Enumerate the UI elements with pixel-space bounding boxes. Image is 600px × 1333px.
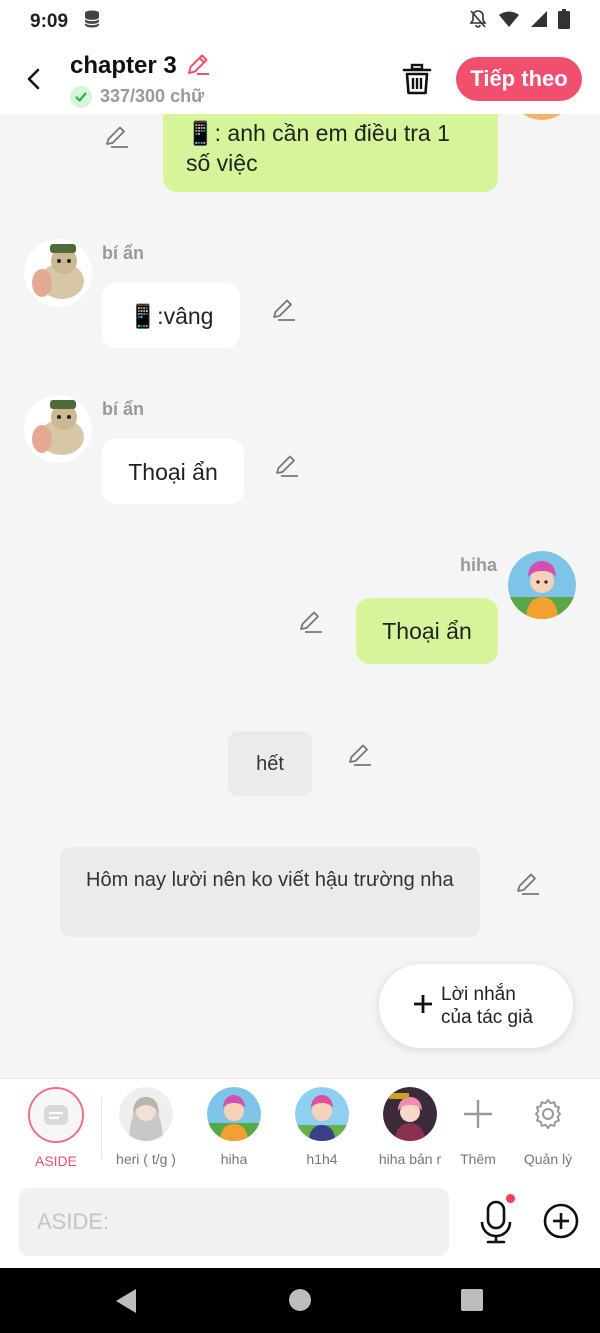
avatar xyxy=(207,1087,261,1141)
character-item[interactable]: heri ( t/g ) xyxy=(102,1087,190,1167)
avatar[interactable] xyxy=(508,551,576,619)
edit-message-icon[interactable] xyxy=(514,869,542,897)
signal-icon xyxy=(530,10,548,34)
character-item[interactable]: h1h4 xyxy=(278,1087,366,1167)
plus-circle-icon xyxy=(543,1203,579,1239)
narration-bubble[interactable]: Hôm nay lười nên ko viết hậu trường nha xyxy=(60,847,480,937)
sender-name: bí ẩn xyxy=(102,399,145,419)
sender-name: bí ẩn xyxy=(102,243,145,263)
character-name: heri ( t/g ) xyxy=(116,1151,176,1167)
character-name: h1h4 xyxy=(306,1151,338,1167)
wifi-icon xyxy=(498,9,520,35)
manage-button[interactable]: Quản lý xyxy=(504,1087,592,1167)
character-item[interactable]: hiha xyxy=(190,1087,278,1167)
aside-icon xyxy=(28,1087,84,1143)
avatar[interactable] xyxy=(24,239,92,307)
message-input[interactable] xyxy=(19,1188,449,1256)
mute-bell-icon xyxy=(468,9,488,35)
circle-home-icon xyxy=(289,1289,311,1311)
message-bubble[interactable]: 📱: anh cần em điều tra 1 số việc xyxy=(163,114,498,192)
message-text: 📱: anh cần em điều tra 1 số việc xyxy=(186,120,450,176)
character-name: hiha xyxy=(220,1151,248,1167)
message-bubble[interactable]: 📱:vâng xyxy=(102,283,240,348)
delete-button[interactable] xyxy=(394,58,440,100)
message-bubble[interactable]: Thoại ẩn xyxy=(356,598,498,664)
database-icon xyxy=(82,9,102,35)
message-text: 📱:vâng xyxy=(128,302,214,329)
sender-name: hiha xyxy=(460,555,498,575)
character-name: Quản lý xyxy=(523,1151,573,1167)
microphone-icon xyxy=(480,1200,512,1244)
plus-icon xyxy=(413,994,433,1019)
chapter-title[interactable]: chapter 3 xyxy=(70,52,177,80)
edit-message-icon[interactable] xyxy=(270,295,298,323)
gear-icon xyxy=(521,1087,575,1141)
edit-message-icon[interactable] xyxy=(103,122,131,150)
nav-home-button[interactable] xyxy=(288,1288,312,1317)
message-bubble[interactable]: Thoại ẩn xyxy=(102,439,244,504)
nav-back-button[interactable] xyxy=(114,1288,138,1319)
author-note-button[interactable]: Lời nhắn của tác giả xyxy=(379,964,573,1048)
input-row xyxy=(0,1178,600,1268)
character-bar: ASIDE heri ( t/g ) hiha h1h4 hiha bản r … xyxy=(0,1078,600,1178)
message-text: Thoại ẩn xyxy=(382,618,472,644)
avatar[interactable] xyxy=(24,395,92,463)
chat-area[interactable]: 📱: anh cần em điều tra 1 số việc bí ẩn 📱… xyxy=(0,114,600,1078)
avatar xyxy=(383,1087,437,1141)
nav-recents-button[interactable] xyxy=(460,1288,484,1317)
next-button[interactable]: Tiếp theo xyxy=(456,57,582,101)
status-time: 9:09 xyxy=(30,11,69,32)
edit-message-icon[interactable] xyxy=(346,740,374,768)
message-text: hết xyxy=(256,752,284,775)
message-text: Thoại ẩn xyxy=(128,458,218,485)
edit-message-icon[interactable] xyxy=(273,451,301,479)
battery-icon xyxy=(558,9,570,35)
back-arrow-icon xyxy=(27,68,40,90)
word-count: 337/300 chữ xyxy=(100,86,205,106)
avatar[interactable] xyxy=(508,114,576,120)
author-note-label: Lời nhắn của tác giả xyxy=(441,984,533,1028)
recording-dot xyxy=(506,1194,515,1203)
check-icon xyxy=(70,85,92,108)
avatar xyxy=(119,1087,173,1141)
avatar xyxy=(295,1087,349,1141)
character-name: ASIDE xyxy=(34,1153,77,1169)
system-nav-bar xyxy=(0,1268,600,1333)
square-recents-icon xyxy=(461,1289,483,1311)
edit-message-icon[interactable] xyxy=(297,607,325,635)
character-aside[interactable]: ASIDE xyxy=(12,1087,100,1169)
status-bar: 9:09 xyxy=(0,0,600,44)
narration-bubble[interactable]: hết xyxy=(228,731,312,796)
edit-title-icon[interactable] xyxy=(185,51,211,82)
triangle-back-icon xyxy=(116,1289,136,1313)
message-text: Hôm nay lười nên ko viết hậu trường nha xyxy=(86,869,454,891)
back-button[interactable] xyxy=(0,44,70,114)
trash-icon xyxy=(402,63,432,95)
add-content-button[interactable] xyxy=(542,1202,580,1240)
app-header: chapter 3 337/300 chữ Tiếp theo xyxy=(0,44,600,114)
microphone-button[interactable] xyxy=(474,1198,518,1246)
plus-icon xyxy=(451,1087,505,1141)
